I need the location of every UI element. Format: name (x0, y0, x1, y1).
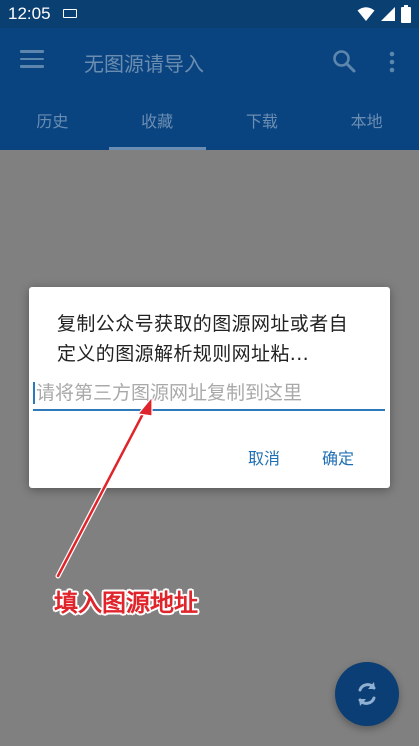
refresh-icon (358, 682, 376, 706)
refresh-button[interactable] (335, 662, 399, 726)
annotation-arrow (55, 395, 153, 579)
annotation-label: 填入图源地址 (54, 588, 198, 617)
